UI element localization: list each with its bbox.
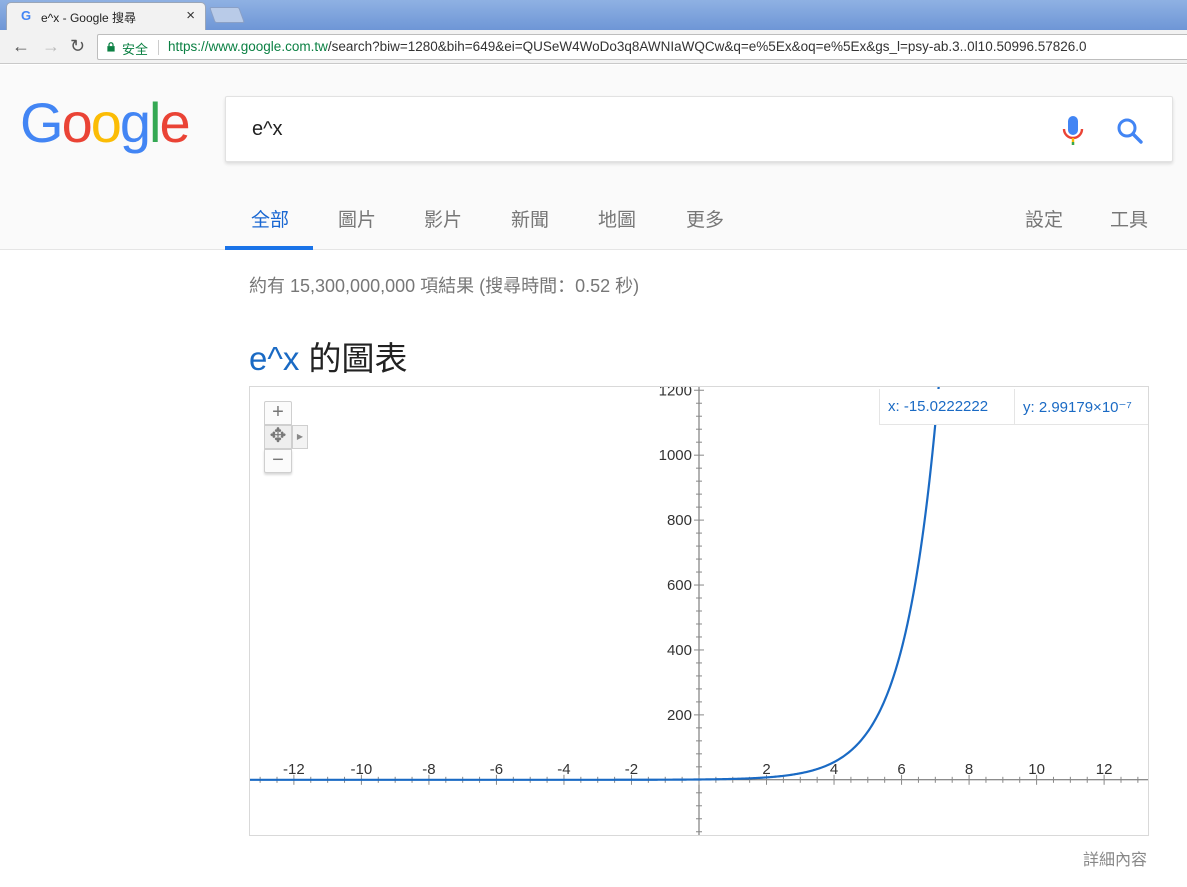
lock-icon	[107, 42, 115, 52]
tab-videos[interactable]: 影片	[424, 205, 462, 232]
x-tick-label: 8	[965, 761, 973, 778]
zoom-controls: + ✥ − ▶	[264, 401, 308, 475]
graph-query[interactable]: e^x	[249, 340, 299, 377]
search-input[interactable]	[250, 117, 1010, 142]
microphone-icon[interactable]	[1060, 115, 1086, 147]
google-header: Google 全部 圖片 影片 新聞 地圖 更多 設定 工具	[0, 65, 1187, 250]
x-tick-label: -12	[283, 761, 305, 778]
url-host: https://www.google.com.tw	[168, 39, 328, 54]
x-tick-label: -8	[422, 761, 435, 778]
new-tab-button[interactable]	[209, 7, 245, 23]
tab-images[interactable]: 圖片	[338, 205, 376, 232]
x-tick-label: 6	[897, 761, 905, 778]
logo-letter: l	[149, 91, 162, 154]
y-tick-label: 1000	[659, 447, 692, 464]
browser-tab-strip: G e^x - Google 搜尋 ×	[0, 0, 1187, 30]
back-arrow-icon[interactable]: ←	[12, 36, 30, 56]
address-separator	[158, 40, 159, 55]
logo-letter: e	[159, 91, 190, 154]
graph-heading: e^x 的圖表	[249, 332, 408, 380]
graph-plot[interactable]: -12 -10 -8 -6 -4 -2 2 4 6 8 10 12200400600800100012…	[250, 387, 1148, 835]
pan-move-icon[interactable]: ✥	[264, 425, 292, 449]
y-tick-label: 1200	[659, 387, 692, 399]
browser-toolbar: ← → ↻ 安全 https://www.google.com.tw/searc…	[0, 30, 1187, 64]
series-line-exp	[250, 387, 940, 781]
search-box[interactable]	[225, 96, 1173, 162]
tab-tools[interactable]: 工具	[1110, 205, 1148, 232]
x-tick-label: -10	[351, 761, 373, 778]
y-tick-label: 800	[667, 512, 692, 529]
result-stats: 約有 15,300,000,000 項結果 (搜尋時間：0.52 秒)	[249, 276, 640, 296]
x-tick-label: 12	[1096, 761, 1113, 778]
tab-news[interactable]: 新聞	[511, 205, 549, 232]
x-tick-label: -4	[557, 761, 570, 778]
address-bar[interactable]: 安全 https://www.google.com.tw/search?biw=…	[97, 34, 1187, 60]
browser-tab[interactable]: G e^x - Google 搜尋 ×	[6, 2, 206, 30]
y-tick-label: 200	[667, 707, 692, 724]
readout-x: x: -15.0222222	[880, 389, 1015, 424]
tab-all[interactable]: 全部	[251, 205, 289, 232]
active-tab-indicator	[225, 246, 313, 250]
logo-letter: o	[90, 91, 122, 154]
zoom-in-button[interactable]: +	[264, 401, 292, 425]
forward-arrow-icon[interactable]: →	[42, 36, 60, 56]
expand-arrow-icon[interactable]: ▶	[292, 425, 308, 449]
search-icon[interactable]	[1116, 117, 1144, 145]
graph-heading-suffix: 的圖表	[299, 340, 408, 377]
tab-more[interactable]: 更多	[686, 205, 724, 232]
tab-settings[interactable]: 設定	[1025, 205, 1063, 232]
y-tick-label: 400	[667, 642, 692, 659]
tab-maps[interactable]: 地圖	[598, 205, 636, 232]
function-graph[interactable]: -12 -10 -8 -6 -4 -2 2 4 6 8 10 12 200 400 600 800 1000 12…	[249, 386, 1149, 836]
x-tick-label: 2	[762, 761, 770, 778]
google-favicon-icon: G	[21, 8, 32, 23]
logo-letter: o	[61, 91, 93, 154]
y-tick-label: 600	[667, 577, 692, 594]
coordinate-readout: x: -15.0222222 y: 2.99179×10⁻⁷	[879, 389, 1148, 425]
url-text[interactable]: https://www.google.com.tw/search?biw=128…	[168, 39, 1087, 54]
x-tick-label: -6	[490, 761, 503, 778]
tab-close-icon[interactable]: ×	[186, 7, 195, 24]
url-path: /search?biw=1280&bih=649&ei=QUSeW4WoDo3q…	[327, 39, 1087, 54]
tab-title: e^x - Google 搜尋	[41, 11, 136, 25]
logo-letter: G	[20, 91, 64, 154]
reload-icon[interactable]: ↻	[70, 36, 85, 56]
x-tick-label: -2	[625, 761, 638, 778]
more-details-link[interactable]: 詳細內容	[1083, 846, 1147, 870]
zoom-out-button[interactable]: −	[264, 449, 292, 473]
secure-label: 安全	[122, 42, 149, 57]
x-tick-label: 10	[1028, 761, 1045, 778]
readout-y: y: 2.99179×10⁻⁷	[1023, 399, 1132, 416]
google-logo[interactable]: Google	[20, 91, 191, 154]
logo-letter: g	[119, 91, 151, 154]
